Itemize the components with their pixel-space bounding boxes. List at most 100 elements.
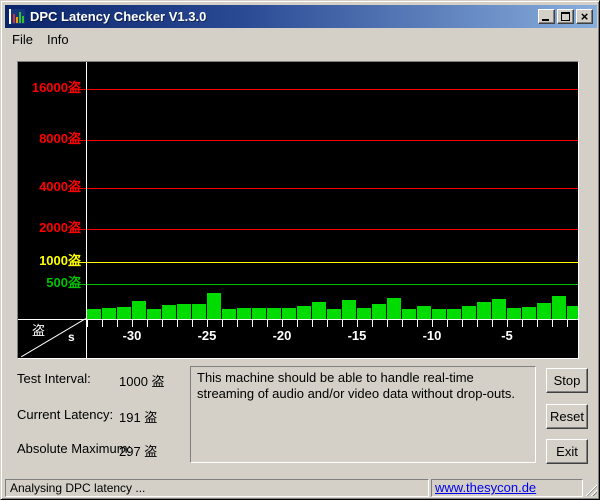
x-unit-label: s	[68, 330, 75, 344]
latency-bar	[162, 305, 176, 319]
latency-bar	[192, 304, 206, 319]
x-tick	[192, 320, 193, 327]
x-tick	[552, 320, 553, 327]
latency-bar	[507, 308, 521, 319]
latency-bar	[387, 298, 401, 319]
latency-bar	[312, 302, 326, 319]
stop-button[interactable]: Stop	[546, 368, 588, 393]
x-tick	[102, 320, 103, 327]
icon-bar-green	[19, 12, 21, 23]
latency-bar	[102, 308, 116, 319]
analysis-info-box: This machine should be able to handle re…	[190, 366, 536, 463]
absolute-maximum-label: Absolute Maximum:	[17, 441, 132, 456]
test-interval-value: 1000 盗	[119, 374, 165, 389]
menu-info[interactable]: Info	[40, 31, 76, 48]
y-axis-label-1000: 1000盗	[39, 253, 81, 268]
x-tick	[252, 320, 253, 327]
latency-bar	[252, 308, 266, 319]
chart-plot: 16000盗 8000盗 4000盗 2000盗 1000盗 500盗 -30 -25 -20 -…	[18, 62, 578, 358]
latency-bar	[282, 308, 296, 319]
x-axis-label--15: -15	[347, 328, 367, 343]
x-tick	[537, 320, 538, 327]
x-tick	[297, 320, 298, 327]
latency-bar	[522, 307, 536, 319]
gridline-2000	[79, 229, 578, 230]
reset-button[interactable]: Reset	[546, 404, 588, 429]
y-axis-label-16000: 16000盗	[31, 80, 81, 95]
x-tick	[147, 320, 148, 327]
x-tick	[372, 320, 373, 327]
x-tick	[267, 320, 268, 327]
latency-bar	[117, 307, 131, 319]
test-interval-label: Test Interval:	[17, 371, 91, 386]
absolute-maximum-value: 297 盗	[119, 444, 158, 459]
x-tick	[237, 320, 238, 327]
y-axis-label-8000: 8000盗	[39, 131, 81, 146]
gridline-16000	[79, 89, 578, 90]
close-button[interactable]: ×	[576, 9, 593, 24]
x-tick	[342, 320, 343, 327]
maximize-button[interactable]	[557, 9, 574, 24]
x-axis-label--20: -20	[272, 328, 292, 343]
latency-bar	[267, 308, 281, 319]
x-tick	[327, 320, 328, 327]
x-tick	[507, 320, 508, 327]
menubar: File Info	[5, 29, 597, 49]
y-axis-label-4000: 4000盗	[39, 179, 81, 194]
resize-grip-icon[interactable]	[584, 483, 597, 496]
latency-bar	[177, 304, 191, 319]
exit-button[interactable]: Exit	[546, 439, 588, 464]
x-tick	[222, 320, 223, 327]
x-tick	[117, 320, 118, 327]
x-axis-label--30: -30	[122, 328, 142, 343]
titlebar[interactable]: DPC Latency Checker V1.3.0 ×	[5, 5, 597, 28]
latency-bar	[132, 301, 146, 319]
chart-panel: 16000盗 8000盗 4000盗 2000盗 1000盗 500盗 -30 -25 -20 -…	[17, 61, 579, 359]
latency-bar	[357, 308, 371, 319]
x-tick	[492, 320, 493, 327]
gridline-8000	[79, 140, 578, 141]
latency-bar	[537, 303, 551, 319]
gridline-4000	[79, 188, 578, 189]
minimize-button[interactable]	[538, 9, 555, 24]
x-tick	[282, 320, 283, 327]
latency-bar	[567, 306, 578, 319]
latency-bar	[432, 309, 446, 319]
minimize-icon	[542, 19, 549, 21]
menu-file[interactable]: File	[5, 31, 40, 48]
latency-bar	[297, 306, 311, 319]
gridline-500	[79, 284, 578, 285]
current-latency-value: 191 盗	[119, 410, 158, 425]
latency-bar	[147, 309, 161, 319]
x-tick	[477, 320, 478, 327]
thesycon-link[interactable]: www.thesycon.de	[435, 480, 536, 495]
latency-bar	[552, 296, 566, 319]
latency-bar	[342, 300, 356, 319]
x-tick	[522, 320, 523, 327]
x-tick	[132, 320, 133, 327]
icon-bar-green2	[22, 16, 24, 23]
x-tick	[447, 320, 448, 327]
latency-bar	[447, 309, 461, 319]
latency-bar	[477, 302, 491, 319]
x-tick	[432, 320, 433, 327]
latency-bar	[327, 309, 341, 319]
status-link-panel: www.thesycon.de	[431, 479, 583, 497]
latency-bar	[222, 309, 236, 319]
icon-bar-orange	[16, 17, 18, 23]
axis-corner-diagonal	[21, 318, 87, 358]
latency-bar	[237, 308, 251, 319]
x-axis-label--10: -10	[422, 328, 442, 343]
x-tick	[162, 320, 163, 327]
x-tick	[207, 320, 208, 327]
x-tick	[567, 320, 568, 327]
latency-bar	[417, 306, 431, 319]
icon-bar-red	[13, 14, 15, 23]
status-message: Analysing DPC latency ...	[5, 479, 429, 497]
x-axis-label--25: -25	[197, 328, 217, 343]
x-tick	[387, 320, 388, 327]
x-tick	[312, 320, 313, 327]
current-latency-label: Current Latency:	[17, 407, 114, 422]
x-axis-label--5: -5	[501, 328, 513, 343]
y-axis-label-500: 500盗	[46, 275, 81, 290]
